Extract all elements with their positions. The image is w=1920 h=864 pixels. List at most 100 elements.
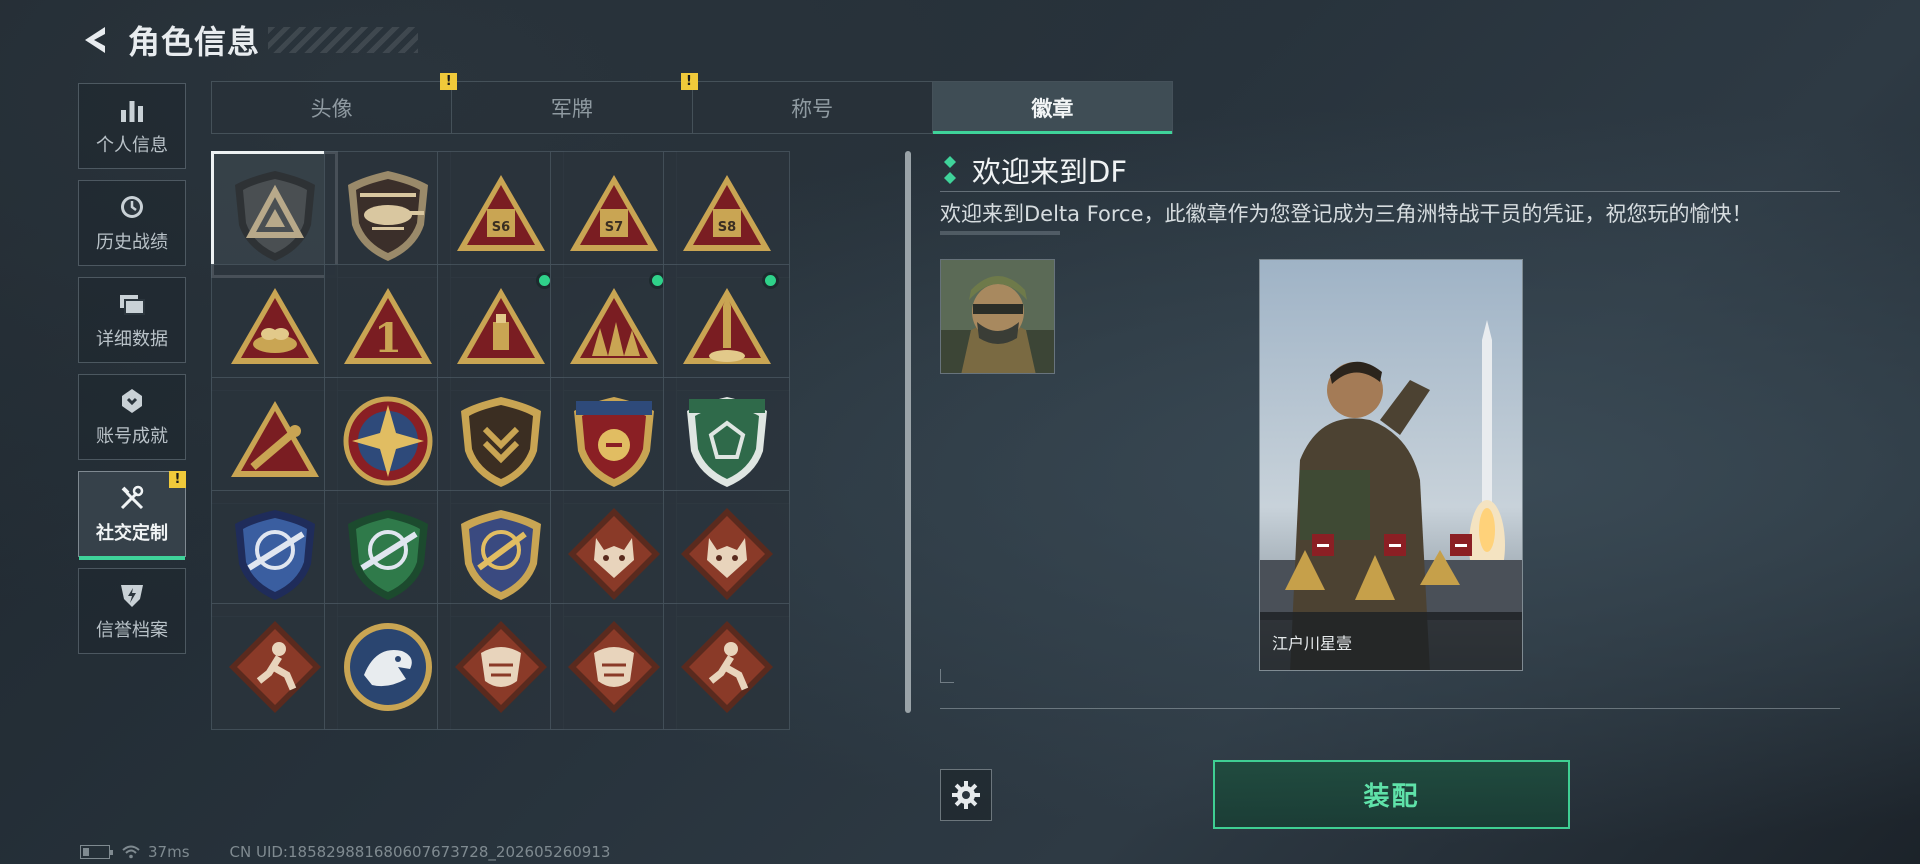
sidebar: 个人信息 历史战绩 详细数据 账号成就 ! 社交定制 信誉档案 (78, 83, 188, 665)
blue-rifle-badge-icon (234, 509, 315, 600)
svg-text:S7: S7 (604, 220, 622, 235)
badge-cell-blue-rifle[interactable] (211, 490, 338, 617)
badge-cell-green-rifle[interactable] (324, 490, 451, 617)
shield-lightning-icon (117, 580, 147, 610)
badge-detail-panel: 欢迎来到DF 欢迎来到Delta Force，此徽章作为您登记成为三角洲特战干员… (940, 150, 1840, 710)
diamond-marker-icon (944, 156, 956, 184)
dragon-2-badge-icon (567, 620, 660, 713)
helicopter-badge-icon (347, 170, 428, 261)
wrench-screwdriver-icon (117, 483, 147, 513)
badge-name-row: 欢迎来到DF (940, 150, 1840, 190)
wifi-icon (122, 845, 140, 859)
badge-cell-s8[interactable]: S8 (663, 151, 790, 278)
preview-caption: 江户川星壹 (1260, 612, 1522, 670)
status-footer: 37ms CN UID:18582988168060767372​8_20260… (80, 843, 610, 861)
usb-drive-badge-icon (456, 287, 545, 364)
dragon-1-badge-icon (454, 620, 547, 713)
sidebar-item-personal-info[interactable]: 个人信息 (78, 83, 186, 169)
new-indicator-dot (762, 272, 779, 289)
s7-badge-icon: S7 (569, 174, 658, 251)
back-button[interactable] (78, 22, 114, 58)
badge-cell-helicopter[interactable] (324, 151, 451, 278)
badge-cell-wolf-2[interactable] (663, 490, 790, 617)
bird-nest-badge-icon (230, 287, 319, 364)
sidebar-item-label: 个人信息 (96, 135, 168, 156)
badge-cell-dragon-2[interactable] (550, 603, 677, 730)
badge-cell-rocket[interactable] (663, 264, 790, 391)
wolf-2-badge-icon (680, 507, 773, 600)
ping-value: 37ms (148, 843, 190, 861)
badge-cell-hand-drill[interactable] (211, 377, 338, 504)
folder-icon (117, 289, 147, 319)
badge-cell-bird-nest[interactable] (211, 264, 338, 391)
sidebar-item-label: 详细数据 (96, 329, 168, 350)
sidebar-item-achievements[interactable]: 账号成就 (78, 374, 186, 460)
badge-cell-wolf-1[interactable] (550, 490, 677, 617)
tab-badge[interactable]: 徽章 (932, 82, 1173, 134)
sidebar-item-history[interactable]: 历史战绩 (78, 180, 186, 266)
gear-icon (952, 781, 980, 809)
svg-text:S8: S8 (717, 220, 735, 235)
tab-label: 称号 (791, 96, 834, 121)
badge-cell-triangle-emblem[interactable] (211, 151, 338, 278)
badge-cell-gold-knife[interactable] (437, 490, 564, 617)
eagle-badge-icon (343, 622, 432, 711)
rocket-badge-icon (682, 287, 771, 364)
badge-cell-number-one[interactable]: 1 (324, 264, 451, 391)
clock-icon (117, 192, 147, 222)
sidebar-item-detailed-data[interactable]: 详细数据 (78, 277, 186, 363)
sidebar-item-label: 历史战绩 (96, 232, 168, 253)
badge-cell-sprinter[interactable] (663, 603, 790, 730)
badge-cell-compass-star[interactable] (324, 377, 451, 504)
sprinter-badge-icon (680, 620, 773, 713)
badge-name: 欢迎来到DF (972, 155, 1128, 189)
equip-button[interactable]: 装配 (1213, 760, 1570, 829)
header: 角色信息 (78, 18, 419, 62)
badge-description: 欢迎来到Delta Force，此徽章作为您登记成为三角洲特战干员的凭证，祝您玩… (940, 202, 1753, 226)
badge-cell-s7[interactable]: S7 (550, 151, 677, 278)
badge-cell-shield-chevron[interactable] (437, 377, 564, 504)
sidebar-item-label: 社交定制 (96, 523, 168, 544)
sidebar-item-label: 账号成就 (96, 426, 168, 447)
title-decoration (268, 27, 419, 53)
role-info-screen: 角色信息 个人信息 历史战绩 详细数据 账号成就 ! 社交定制 信誉档案 头像 … (0, 0, 1920, 864)
decorative-bar (940, 231, 1060, 235)
green-gem-badge-icon (686, 396, 767, 487)
s8-badge-icon: S8 (682, 174, 771, 251)
settings-button[interactable] (940, 769, 992, 821)
tab-title[interactable]: 称号 (693, 82, 933, 133)
badge-cell-usb-drive[interactable] (437, 264, 564, 391)
back-arrow-icon (85, 27, 105, 53)
triangle-emblem-badge-icon (234, 170, 315, 261)
badge-cell-soldiers[interactable] (550, 264, 677, 391)
badge-cell-green-gem[interactable] (663, 377, 790, 504)
badge-cell-eagle[interactable] (324, 603, 451, 730)
badge-cell-dragon-1[interactable] (437, 603, 564, 730)
svg-text:1: 1 (374, 315, 402, 362)
divider (940, 191, 1840, 192)
green-rifle-badge-icon (347, 509, 428, 600)
shield-chevron-badge-icon (460, 396, 541, 487)
grid-scrollbar[interactable] (905, 151, 911, 713)
sidebar-item-reputation[interactable]: 信誉档案 (78, 568, 186, 654)
tab-label: 军牌 (550, 96, 593, 121)
hand-drill-badge-icon (230, 400, 319, 477)
page-title: 角色信息 (128, 23, 261, 61)
s6-badge-icon: S6 (456, 174, 545, 251)
number-one-badge-icon: 1 (343, 287, 432, 364)
gold-knife-badge-icon (460, 509, 541, 600)
sidebar-item-label: 信誉档案 (96, 620, 168, 641)
badge-cell-laurel-stars[interactable] (550, 377, 677, 504)
bar-chart-icon (117, 95, 147, 125)
tab-label: 头像 (310, 96, 353, 121)
badge-grid: S6 S7 S8 1 (211, 151, 893, 826)
warning-badge: ! (169, 471, 186, 488)
tab-avatar[interactable]: 头像 ! (212, 73, 458, 133)
uid-text: CN UID:18582988168060767372​8_2026052609… (229, 843, 611, 861)
tab-dog-tag[interactable]: 军牌 ! (452, 73, 698, 133)
battery-icon (80, 845, 113, 859)
badge-cell-runner[interactable] (211, 603, 338, 730)
detail-divider (940, 708, 1840, 709)
badge-cell-s6[interactable]: S6 (437, 151, 564, 278)
sidebar-item-social-customization[interactable]: ! 社交定制 (78, 471, 186, 560)
